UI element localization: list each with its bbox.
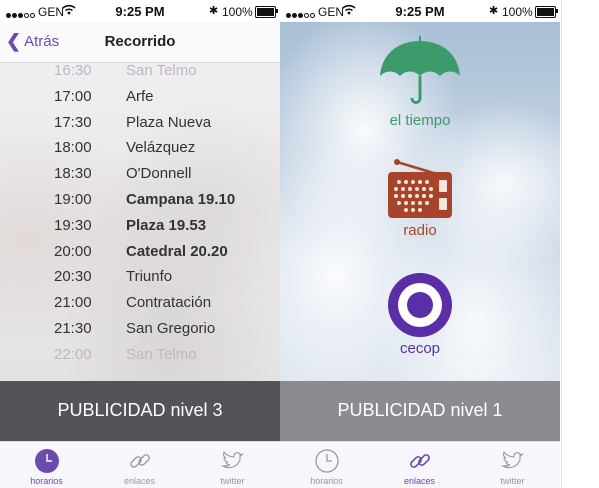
schedule-place: O'Donnell <box>126 165 192 183</box>
twitter-bird-icon <box>501 450 524 469</box>
schedule-row: 18:30 O'Donnell <box>0 165 280 191</box>
tab-bar: horarios enlaces twitter <box>280 441 560 488</box>
navigation-bar: ❮ Atrás Recorrido <box>0 22 280 63</box>
schedule-row: 22:00 San Telmo <box>0 346 280 372</box>
link-label: cecop <box>399 340 441 357</box>
schedule-place: Plaza Nueva <box>126 113 212 131</box>
schedule-time: 18:30 <box>54 165 92 183</box>
tab-label: enlaces <box>123 476 156 486</box>
schedule-row: 16:30 San Telmo <box>0 62 280 88</box>
bluetooth-icon: ✱ <box>209 5 219 17</box>
schedule-time: 20:00 <box>54 242 92 260</box>
target-icon <box>388 273 452 337</box>
schedule-row: 17:30 Plaza Nueva <box>0 114 280 140</box>
schedule-place: Campana 19.10 <box>126 191 236 208</box>
tab-enlaces[interactable]: enlaces <box>93 442 186 488</box>
schedule-time: 16:30 <box>54 62 92 79</box>
radio-icon <box>388 159 452 218</box>
tab-enlaces[interactable]: enlaces <box>373 442 466 488</box>
battery-percent: 100% <box>222 5 253 19</box>
schedule-row: 20:30 Triunfo <box>0 268 280 294</box>
page-title: Recorrido <box>104 33 176 50</box>
schedule-screen: GEN 9:25 PM ✱ 100% ❮ Atrás Recorrido 16:3… <box>0 0 280 488</box>
links-screen: GEN 9:25 PM ✱ 100% el tiempo radio cecop… <box>280 0 560 488</box>
schedule-time: 18:00 <box>54 139 92 157</box>
schedule-place: Contratación <box>126 294 212 312</box>
schedule-time: 19:30 <box>54 216 92 234</box>
battery-icon <box>535 6 558 18</box>
link-cecop[interactable]: cecop <box>280 272 560 357</box>
schedule-row: 19:30 Plaza 19.53 <box>0 217 280 243</box>
tab-twitter[interactable]: twitter <box>466 442 559 488</box>
battery-icon <box>255 6 278 18</box>
schedule-place: Arfe <box>126 87 154 105</box>
schedule-place: San Telmo <box>126 345 197 363</box>
schedule-time: 21:30 <box>54 320 92 337</box>
clock-icon <box>35 449 59 473</box>
schedule-row: 21:30 San Gregorio <box>0 320 280 346</box>
tab-horarios[interactable]: horarios <box>0 442 93 488</box>
ad-banner[interactable]: PUBLICIDAD nivel 1 <box>280 381 560 441</box>
twitter-bird-icon <box>221 450 244 469</box>
tab-label: twitter <box>500 476 525 486</box>
schedule-row: 17:00 Arfe <box>0 88 280 114</box>
link-label: el tiempo <box>389 112 451 129</box>
ad-banner[interactable]: PUBLICIDAD nivel 3 <box>0 381 280 441</box>
tab-twitter[interactable]: twitter <box>186 442 279 488</box>
schedule-place: Plaza 19.53 <box>126 216 207 234</box>
status-bar: GEN 9:25 PM ✱ 100% <box>280 0 560 22</box>
schedule-time: 19:00 <box>54 191 92 208</box>
schedule-place: Triunfo <box>126 268 173 286</box>
schedule-place: San Gregorio <box>126 320 216 337</box>
schedule-place: Catedral 20.20 <box>126 242 228 260</box>
chain-link-icon <box>130 454 150 468</box>
schedule-time: 21:00 <box>54 294 92 312</box>
battery-percent: 100% <box>502 5 533 19</box>
schedule-time: 22:00 <box>54 345 92 363</box>
bluetooth-icon: ✱ <box>489 5 499 17</box>
schedule-row: 21:00 Contratación <box>0 294 280 320</box>
link-radio[interactable]: radio <box>280 158 560 239</box>
tab-label: twitter <box>220 476 245 486</box>
schedule-time: 17:00 <box>54 87 92 105</box>
schedule-time: 20:30 <box>54 268 92 286</box>
tab-horarios[interactable]: horarios <box>280 442 373 488</box>
clock-icon <box>315 449 339 473</box>
umbrella-icon <box>380 36 460 104</box>
link-el-tiempo[interactable]: el tiempo <box>280 34 560 129</box>
chain-link-icon <box>410 454 430 468</box>
schedule-place: Velázquez <box>126 139 196 157</box>
tab-label: horarios <box>310 476 343 486</box>
status-bar: GEN 9:25 PM ✱ 100% <box>0 0 280 22</box>
schedule-row: 20:00 Catedral 20.20 <box>0 243 280 269</box>
schedule-time: 17:30 <box>54 113 92 131</box>
schedule-row: 19:00 Campana 19.10 <box>0 191 280 217</box>
link-label: radio <box>403 222 437 239</box>
tab-label: enlaces <box>403 476 436 486</box>
schedule-list[interactable]: 16:30 San Telmo 17:00 Arfe 17:30 Plaza Nueva 1… <box>0 62 280 382</box>
schedule-place: San Telmo <box>126 62 197 79</box>
schedule-row: 18:00 Velázquez <box>0 139 280 165</box>
tab-label: horarios <box>30 476 63 486</box>
right-edge-divider <box>561 0 562 488</box>
tab-bar: horarios enlaces twitter <box>0 441 280 488</box>
